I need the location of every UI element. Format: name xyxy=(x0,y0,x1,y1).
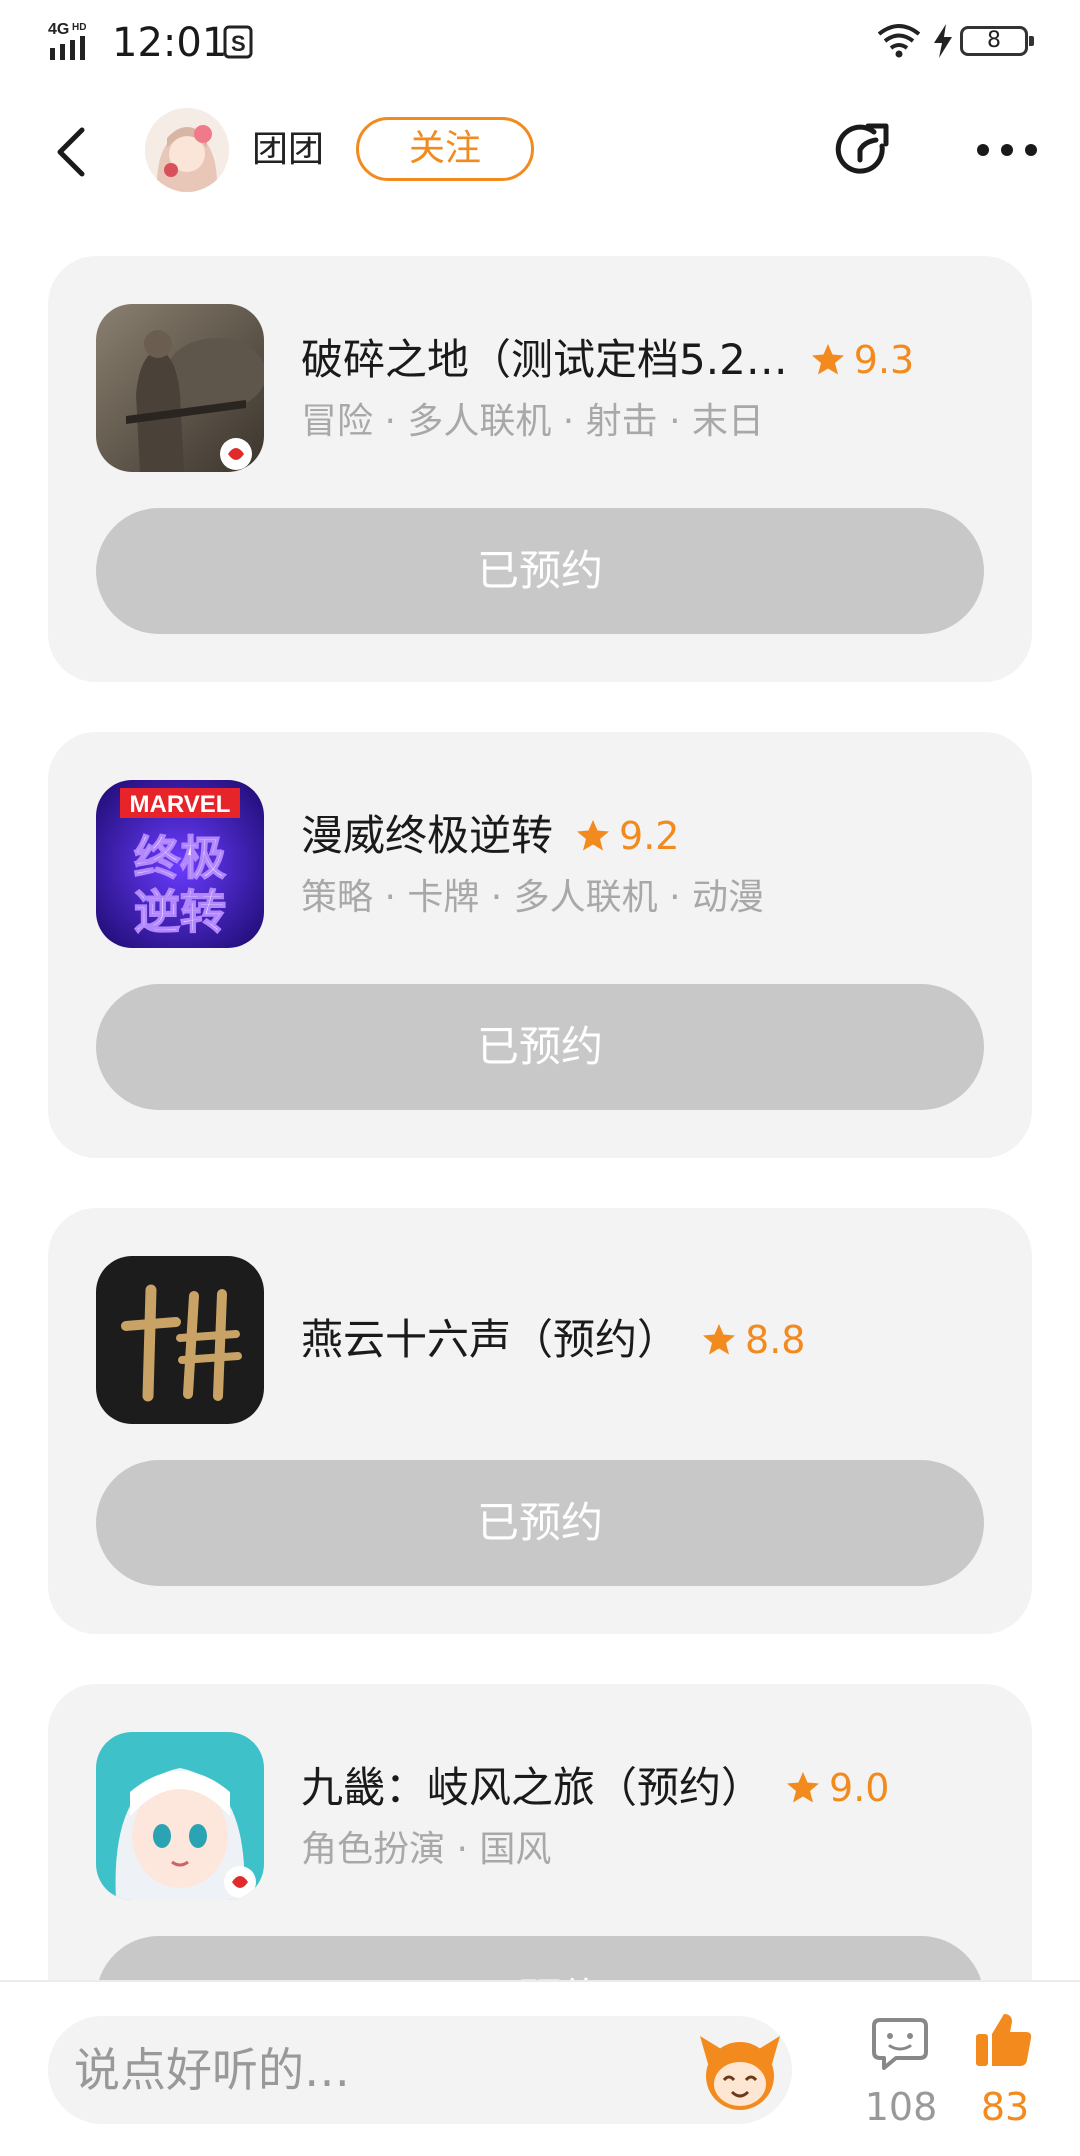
star-icon xyxy=(703,1324,736,1355)
rating: 8.8 xyxy=(701,1312,805,1368)
star-icon xyxy=(577,820,610,851)
game-title[interactable]: 破碎之地（测试定档5.2… xyxy=(301,332,788,388)
svg-text:4G: 4G xyxy=(48,21,69,38)
emoji-mascot-icon[interactable] xyxy=(694,2024,786,2116)
battery-icon: 8 xyxy=(960,26,1034,56)
game-title[interactable]: 漫威终极逆转 xyxy=(301,808,553,864)
wifi-icon xyxy=(877,24,921,58)
game-card[interactable]: 破碎之地（测试定档5.2… 9.3 冒险 · 多人联机 · 射击 · 末日 已预… xyxy=(48,256,1032,682)
status-bar: 4G HD 12:01 S 8 xyxy=(0,0,1080,90)
share-icon[interactable] xyxy=(830,118,896,184)
rating-value: 9.2 xyxy=(619,814,680,858)
title-row: 九畿：岐风之旅（预约） 9.0 xyxy=(301,1760,889,1816)
game-tags: 角色扮演 · 国风 xyxy=(301,1829,552,1870)
bottom-bar: 说点好听的… 108 83 xyxy=(0,1980,1080,2156)
svg-text:终极: 终极 xyxy=(134,831,226,885)
yanyun-game-icon[interactable] xyxy=(96,1256,264,1424)
comment-input[interactable]: 说点好听的… xyxy=(48,2016,792,2124)
comment-icon[interactable] xyxy=(870,2016,930,2072)
svg-text:逆转: 逆转 xyxy=(134,885,226,939)
more-icon[interactable] xyxy=(974,130,1040,170)
charging-icon xyxy=(934,24,952,58)
star-icon xyxy=(787,1772,820,1803)
header: 团团 关注 xyxy=(0,100,1080,200)
svg-text:S: S xyxy=(231,31,246,56)
like-count: 83 xyxy=(980,2085,1030,2129)
comment-count: 108 xyxy=(864,2085,938,2129)
anime-girl-game-icon[interactable] xyxy=(96,1732,264,1900)
title-row: 漫威终极逆转 9.2 xyxy=(301,808,679,864)
title-row: 燕云十六声（预约） 8.8 xyxy=(301,1312,805,1368)
game-tags: 冒险 · 多人联机 · 射击 · 末日 xyxy=(301,401,764,442)
game-tags: 策略 · 卡牌 · 多人联机 · 动漫 xyxy=(301,877,764,918)
reserved-button[interactable]: 已预约 xyxy=(96,1460,984,1586)
thumbs-up-icon[interactable] xyxy=(974,2010,1034,2070)
reserved-button[interactable]: 已预约 xyxy=(96,984,984,1110)
game-card[interactable]: MARVEL 终极 逆转 漫威终极逆转 9.2 策略 · 卡牌 · 多人联机 ·… xyxy=(48,732,1032,1158)
svg-text:HD: HD xyxy=(72,22,86,33)
avatar-image xyxy=(145,108,229,192)
signal-icon: 4G HD xyxy=(48,21,86,60)
game-card[interactable]: 燕云十六声（预约） 8.8 已预约 xyxy=(48,1208,1032,1634)
star-icon xyxy=(811,344,844,375)
game-title[interactable]: 燕云十六声（预约） xyxy=(301,1312,679,1368)
avatar[interactable] xyxy=(145,108,229,192)
title-row: 破碎之地（测试定档5.2… 9.3 xyxy=(301,332,914,388)
rating: 9.3 xyxy=(810,332,914,388)
comment-placeholder: 说点好听的… xyxy=(74,2043,350,2097)
game-title[interactable]: 九畿：岐风之旅（预约） xyxy=(301,1760,763,1816)
username[interactable]: 团团 xyxy=(252,126,324,174)
rating: 9.0 xyxy=(785,1760,889,1816)
back-icon[interactable] xyxy=(48,122,98,182)
clock: 12:01 xyxy=(112,20,228,66)
reserved-button[interactable]: 已预约 xyxy=(96,508,984,634)
marvel-game-icon[interactable]: MARVEL 终极 逆转 xyxy=(96,780,264,948)
soldier-game-icon[interactable] xyxy=(96,304,264,472)
rating-value: 8.8 xyxy=(745,1318,806,1362)
rating: 9.2 xyxy=(575,808,679,864)
marvel-logo-text: MARVEL xyxy=(130,791,231,818)
rating-value: 9.0 xyxy=(829,1766,890,1810)
follow-button[interactable]: 关注 xyxy=(356,117,534,181)
rating-value: 9.3 xyxy=(853,338,915,382)
notification-icon: S xyxy=(223,25,253,59)
